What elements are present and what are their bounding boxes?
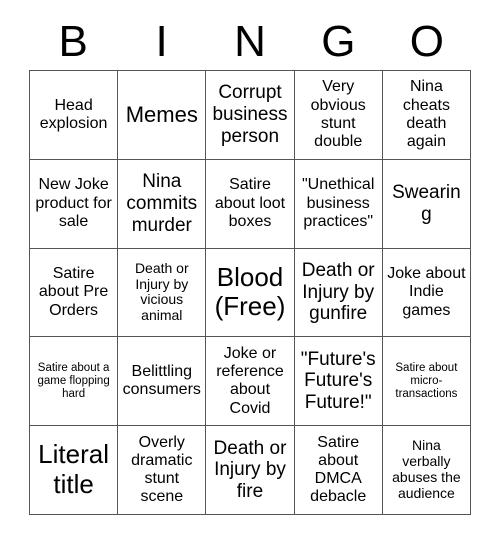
- bingo-cell-label: Satire about Pre Orders: [38, 265, 109, 319]
- bingo-cell[interactable]: Death or Injury by fire: [206, 426, 295, 515]
- bingo-cell-label: Death or Injury by vicious animal: [134, 259, 189, 324]
- bingo-cell-label: Joke or reference about Covid: [216, 344, 284, 417]
- bingo-grid: Head explosion Memes Corrupt business pe…: [29, 70, 471, 515]
- bingo-cell[interactable]: "Future's Future's Future!": [294, 337, 383, 427]
- bingo-cell[interactable]: New Joke product for sale: [30, 159, 119, 249]
- bingo-cell-label: Belittling consumers: [122, 363, 201, 399]
- bingo-cell-label: Literal title: [38, 439, 109, 500]
- bingo-cell-label: Overly dramatic stunt scene: [131, 433, 193, 506]
- bingo-cell[interactable]: Satire about loot boxes: [206, 159, 295, 249]
- bingo-cell[interactable]: Satire about DMCA debacle: [294, 426, 383, 515]
- bingo-card: B I N G O Head explosion Memes Corrupt b…: [0, 0, 500, 544]
- bingo-cell-label: Corrupt business person: [212, 82, 288, 147]
- bingo-cell-free[interactable]: Blood (Free): [206, 248, 295, 338]
- bingo-cell-label: "Future's Future's Future!": [300, 348, 376, 414]
- bingo-cell-label: "Unethical business practices": [302, 176, 375, 230]
- bingo-cell[interactable]: Joke about Indie games: [382, 248, 471, 338]
- bingo-cell-label: Blood (Free): [214, 261, 286, 322]
- bingo-cell[interactable]: "Unethical business practices": [294, 159, 383, 249]
- bingo-cell-label: Satire about loot boxes: [214, 176, 286, 230]
- bingo-cell-label: Very obvious stunt double: [310, 78, 366, 151]
- bingo-cell-label: Death or Injury by gunfire: [301, 260, 375, 325]
- bingo-cell[interactable]: Nina commits murder: [118, 159, 207, 249]
- bingo-cell-label: Nina verbally abuses the audience: [392, 437, 461, 502]
- bingo-cell[interactable]: Overly dramatic stunt scene: [118, 426, 207, 515]
- bingo-cell-label: Nina commits murder: [126, 171, 198, 236]
- bingo-cell[interactable]: Corrupt business person: [206, 71, 295, 160]
- bingo-cell[interactable]: Literal title: [30, 426, 119, 515]
- bingo-cell-label: New Joke product for sale: [35, 176, 112, 230]
- bingo-cell-label: Satire about DMCA debacle: [310, 433, 367, 506]
- bingo-header-letter-i: I: [155, 17, 168, 66]
- bingo-cell[interactable]: Satire about a game flopping hard: [30, 337, 119, 427]
- bingo-cell[interactable]: Death or Injury by vicious animal: [118, 248, 207, 338]
- bingo-cell[interactable]: Nina verbally abuses the audience: [382, 426, 471, 515]
- bingo-cell-label: Swearing: [392, 182, 461, 225]
- bingo-cell[interactable]: Nina cheats death again: [382, 71, 471, 160]
- bingo-header-row: B I N G O: [29, 14, 471, 70]
- bingo-cell[interactable]: Satire about micro-transactions: [382, 337, 471, 427]
- bingo-cell[interactable]: Satire about Pre Orders: [30, 248, 119, 338]
- bingo-cell[interactable]: Head explosion: [30, 71, 119, 160]
- bingo-header-letter-b: B: [58, 17, 88, 66]
- bingo-cell[interactable]: Very obvious stunt double: [294, 71, 383, 160]
- bingo-cell[interactable]: Swearing: [382, 159, 471, 249]
- bingo-cell[interactable]: Death or Injury by gunfire: [294, 248, 383, 338]
- bingo-header-letter-o: O: [409, 17, 444, 66]
- bingo-header-letter-n: N: [234, 17, 266, 66]
- bingo-cell-label: Joke about Indie games: [387, 265, 466, 319]
- bingo-cell-label: Satire about micro-transactions: [395, 361, 458, 400]
- bingo-cell[interactable]: Belittling consumers: [118, 337, 207, 427]
- bingo-cell[interactable]: Joke or reference about Covid: [206, 337, 295, 427]
- bingo-cell[interactable]: Memes: [118, 71, 207, 160]
- bingo-header-letter-g: G: [321, 17, 356, 66]
- bingo-cell-label: Memes: [125, 102, 198, 128]
- bingo-cell-label: Nina cheats death again: [402, 78, 450, 151]
- bingo-cell-label: Satire about a game flopping hard: [37, 361, 110, 400]
- bingo-cell-label: Head explosion: [39, 96, 108, 132]
- bingo-cell-label: Death or Injury by fire: [213, 437, 287, 502]
